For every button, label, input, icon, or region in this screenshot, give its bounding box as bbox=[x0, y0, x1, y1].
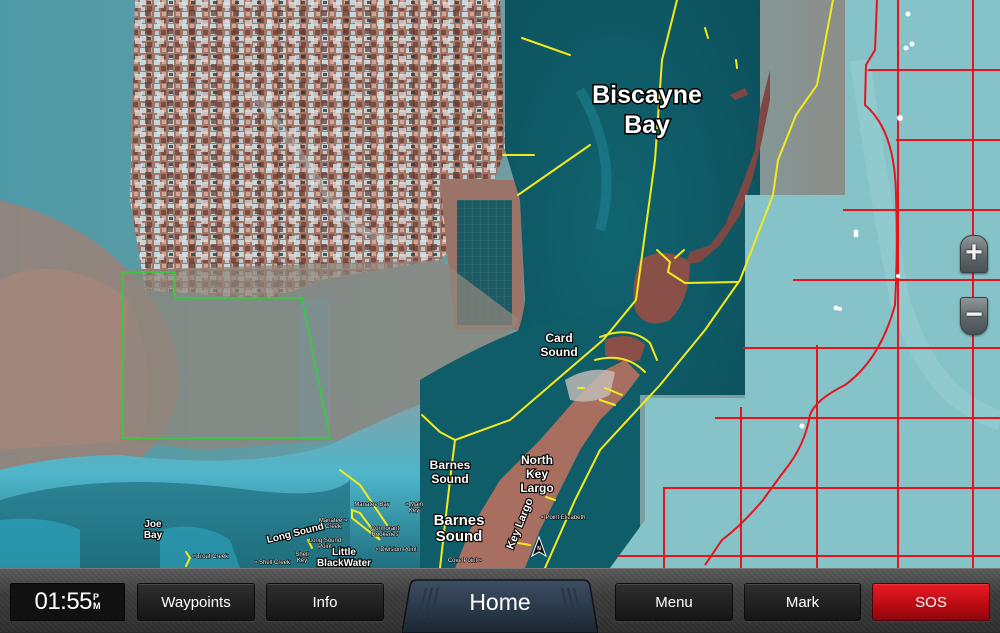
label-cove-point: Cove Point » bbox=[448, 558, 483, 564]
label-joe-bay: Joe Bay bbox=[144, 519, 163, 541]
shallow-patch bbox=[0, 518, 80, 568]
clock-ampm: P M bbox=[93, 593, 101, 611]
zoom-out-button[interactable]: − bbox=[960, 297, 988, 335]
satellite-chart-layer[interactable]: Biscayne Bay Card Sound Barnes Sound Barnes… bbox=[0, 0, 1000, 568]
label-shell-key: Shell Key bbox=[295, 552, 308, 564]
label-division-point: « Division Point bbox=[375, 547, 417, 553]
label-card-sound: Card Sound bbox=[540, 331, 577, 359]
mark-button[interactable]: Mark bbox=[744, 583, 861, 621]
route-segment bbox=[735, 59, 738, 69]
label-barnes-sound-small: Barnes Sound bbox=[430, 458, 471, 486]
bottom-toolbar: 01:55 P M Waypoints Info Home Menu Mark … bbox=[0, 568, 1000, 633]
home-button[interactable]: Home bbox=[402, 578, 598, 633]
minus-icon: − bbox=[965, 297, 983, 331]
label-manatee-bay: Manatee Bay bbox=[354, 502, 389, 508]
menu-button[interactable]: Menu bbox=[615, 583, 733, 621]
clock-display: 01:55 P M bbox=[10, 583, 125, 621]
info-button[interactable]: Info bbox=[266, 583, 384, 621]
chart-map[interactable]: Biscayne Bay Card Sound Barnes Sound Barnes… bbox=[0, 0, 1000, 568]
label-point-elizabeth: « Point Elizabeth bbox=[540, 515, 585, 521]
zoom-in-button[interactable]: + bbox=[960, 235, 988, 273]
waypoints-button[interactable]: Waypoints bbox=[137, 583, 255, 621]
label-shell-creek: « Shell Creek bbox=[254, 560, 291, 566]
label-trout-creek: « Trout Creek bbox=[192, 554, 229, 560]
clock-time: 01:55 bbox=[34, 588, 93, 615]
label-cormorant-rookeries: Cormorant Rookeries bbox=[371, 526, 400, 538]
plus-icon: + bbox=[965, 235, 983, 269]
home-label: Home bbox=[469, 588, 531, 615]
clock-ampm-bottom: M bbox=[93, 601, 101, 611]
label-barnes-sound-large: Barnes Sound bbox=[434, 512, 485, 545]
north-arrow-label: N bbox=[537, 546, 541, 552]
sos-button[interactable]: SOS bbox=[872, 583, 990, 621]
